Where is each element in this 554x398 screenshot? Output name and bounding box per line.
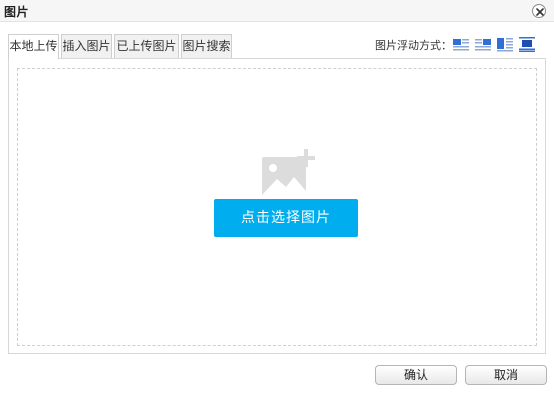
image-add-icon <box>262 149 315 197</box>
tab-label: 图片搜索 <box>182 39 231 53</box>
tab-label: 插入图片 <box>62 39 111 53</box>
tab-uploaded-images[interactable]: 已上传图片 <box>114 34 179 58</box>
float-center-icon[interactable] <box>518 36 536 52</box>
close-icon[interactable] <box>532 4 546 18</box>
float-none-icon[interactable] <box>496 36 514 52</box>
float-mode-bar: 图片浮动方式： <box>374 36 544 54</box>
tab-image-search[interactable]: 图片搜索 <box>181 34 232 58</box>
cancel-button[interactable]: 取消 <box>465 365 547 385</box>
tab-local-upload[interactable]: 本地上传 <box>8 34 59 59</box>
upload-panel: 点击选择图片 <box>8 58 546 354</box>
tab-insert-image[interactable]: 插入图片 <box>61 34 112 58</box>
tab-label: 已上传图片 <box>116 39 177 53</box>
drop-zone[interactable]: 点击选择图片 <box>17 68 537 346</box>
dialog-title: 图片 <box>4 5 30 19</box>
select-image-button[interactable]: 点击选择图片 <box>214 199 358 237</box>
tab-label: 本地上传 <box>9 39 58 53</box>
float-mode-label: 图片浮动方式： <box>375 39 452 52</box>
dialog-titlebar: 图片 <box>0 0 554 22</box>
float-right-icon[interactable] <box>474 36 492 52</box>
float-left-icon[interactable] <box>452 36 470 52</box>
confirm-button[interactable]: 确认 <box>375 365 457 385</box>
